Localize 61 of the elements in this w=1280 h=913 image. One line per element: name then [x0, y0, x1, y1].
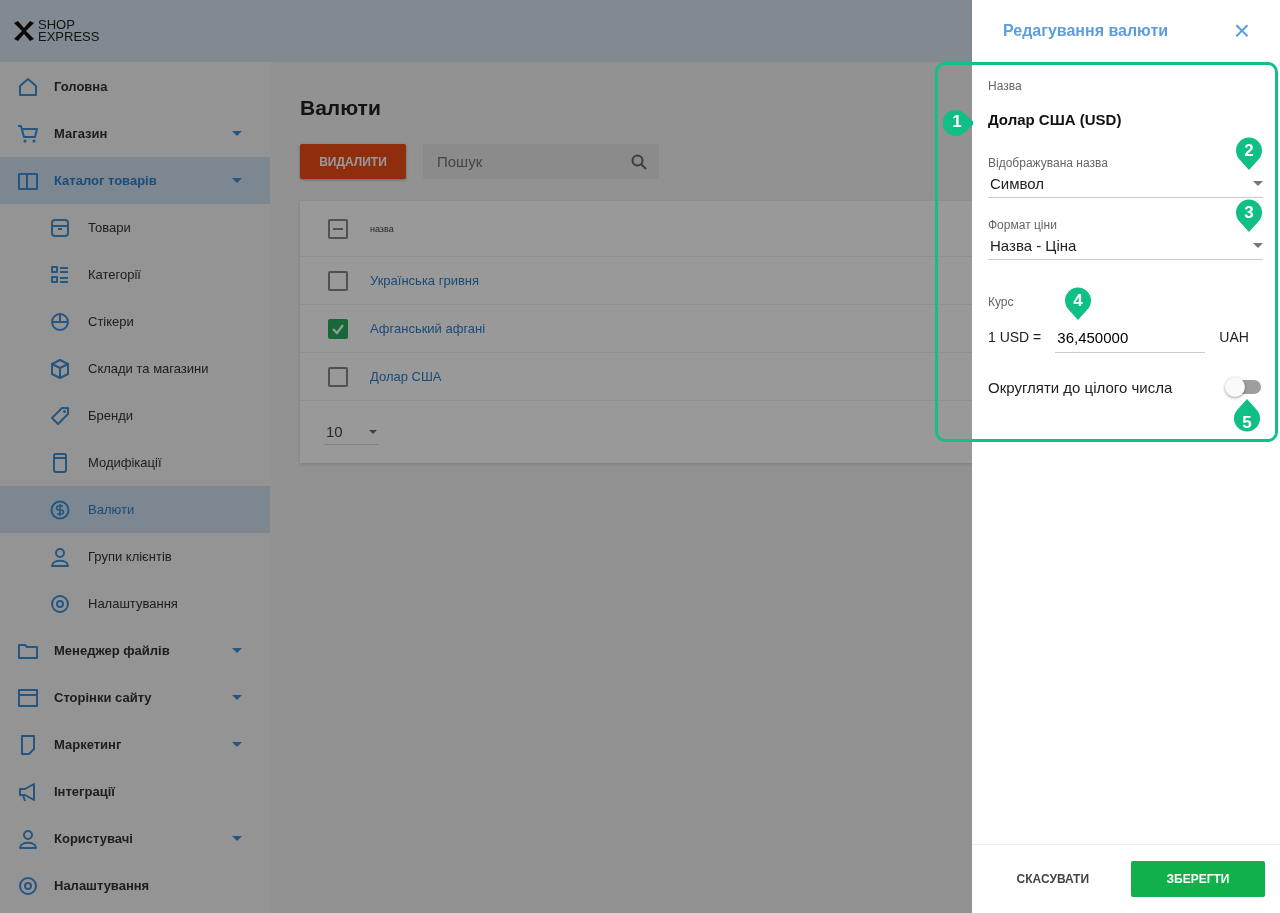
- nav-item[interactable]: Товари: [0, 204, 270, 251]
- checkbox[interactable]: [328, 270, 348, 291]
- list-icon: [49, 263, 71, 286]
- column-header: назва: [370, 223, 394, 234]
- webpage-icon: [17, 686, 39, 709]
- nav-item[interactable]: Категорії: [0, 251, 270, 298]
- nav-item[interactable]: Бренди: [0, 392, 270, 439]
- logo-icon: [12, 19, 36, 43]
- delete-button[interactable]: ВИДАЛИТИ: [300, 144, 406, 179]
- nav-item[interactable]: Маркетинг: [0, 721, 270, 768]
- select-field[interactable]: Символ: [988, 170, 1263, 198]
- caret-icon: [1253, 181, 1263, 186]
- nav-item[interactable]: Магазин: [0, 110, 270, 157]
- nav-item[interactable]: Налаштування: [0, 580, 270, 627]
- drawer-title: Редагування валюти: [1003, 22, 1169, 40]
- field-label: Формат ціни: [988, 218, 1057, 232]
- checkbox[interactable]: [328, 366, 348, 387]
- sticker-icon: [49, 310, 71, 333]
- select-field[interactable]: Назва - Ціна: [988, 232, 1263, 260]
- currency-link[interactable]: Долар США: [370, 369, 442, 384]
- checkbox[interactable]: [328, 318, 348, 339]
- rate-prefix: 1 USD =: [988, 329, 1042, 345]
- toggle-label: Округляти до цілого числа: [988, 378, 1173, 396]
- nav-item[interactable]: Стікери: [0, 298, 270, 345]
- toggle-switch[interactable]: [1227, 380, 1261, 394]
- search-field[interactable]: Пошук: [423, 144, 659, 179]
- nav-item[interactable]: Модифікації: [0, 439, 270, 486]
- field-label: Назва: [988, 79, 1022, 93]
- settings-icon: [49, 592, 71, 615]
- nav-item[interactable]: Сторінки сайту: [0, 674, 270, 721]
- tag-icon: [49, 404, 71, 427]
- caret-icon: [1253, 243, 1263, 248]
- nav-item[interactable]: Склади та магазини: [0, 345, 270, 392]
- cancel-button[interactable]: СКАСУВАТИ: [1010, 871, 1095, 887]
- save-button[interactable]: ЗБЕРЕГТИ: [1131, 861, 1265, 897]
- cart-icon: [17, 122, 39, 145]
- user-icon: [17, 827, 39, 850]
- caret-icon: [368, 429, 377, 434]
- currency-code: UAH: [1219, 329, 1249, 345]
- nav-item[interactable]: Користувачі: [0, 815, 270, 862]
- dollar-icon: [49, 498, 71, 521]
- page-size-select[interactable]: 10: [324, 419, 379, 445]
- cube-icon: [49, 357, 71, 380]
- currency-link[interactable]: Афганський афгані: [370, 321, 486, 336]
- currency-name: Долар США (USD): [988, 111, 1122, 128]
- currency-link[interactable]: Українська гривня: [370, 273, 480, 288]
- close-button[interactable]: ×: [1233, 17, 1250, 45]
- home-icon: [17, 75, 39, 98]
- nav-item[interactable]: Головна: [0, 63, 270, 110]
- nav-item[interactable]: Інтеграції: [0, 768, 270, 815]
- settings-icon: [17, 874, 39, 897]
- field-label: Курс: [988, 295, 1014, 309]
- search-icon: [631, 154, 647, 170]
- box-icon: [49, 216, 71, 239]
- field-label: Відображувана назва: [988, 156, 1108, 170]
- logo-text: SHOP EXPRESS: [38, 19, 100, 43]
- users-icon: [49, 545, 71, 568]
- nav-item[interactable]: Менеджер файлів: [0, 627, 270, 674]
- nav-item[interactable]: Групи клієнтів: [0, 533, 270, 580]
- nav-item[interactable]: Налаштування: [0, 862, 270, 909]
- checkbox[interactable]: [328, 218, 348, 239]
